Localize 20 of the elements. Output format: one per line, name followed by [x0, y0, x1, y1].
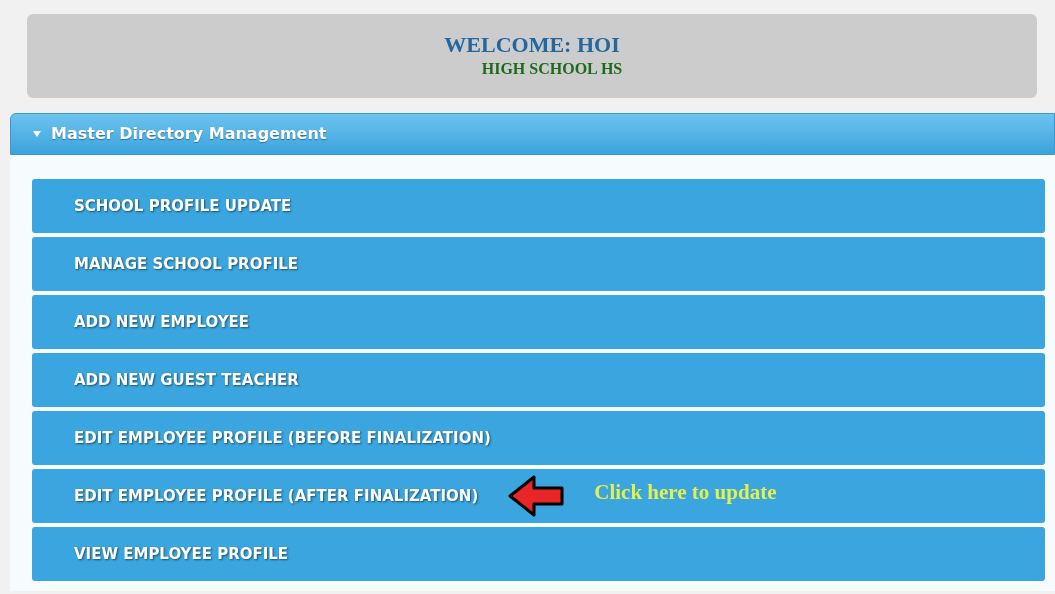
- menu-item-label: VIEW EMPLOYEE PROFILE: [74, 543, 289, 565]
- menu-item[interactable]: MANAGE SCHOOL PROFILE: [32, 237, 1045, 291]
- menu-item[interactable]: VIEW EMPLOYEE PROFILE: [32, 527, 1045, 581]
- menu-item[interactable]: ADD NEW GUEST TEACHER: [32, 353, 1045, 407]
- panel-header[interactable]: Master Directory Management: [10, 113, 1055, 155]
- menu-item[interactable]: EDIT EMPLOYEE PROFILE (AFTER FINALIZATION) Click here to update: [32, 469, 1045, 523]
- welcome-title: WELCOME: HOI: [444, 32, 620, 58]
- menu-item-label: EDIT EMPLOYEE PROFILE (AFTER FINALIZATION): [74, 485, 479, 507]
- menu-item-label: ADD NEW GUEST TEACHER: [74, 369, 299, 391]
- panel-title: Master Directory Management: [51, 123, 327, 145]
- menu-item-label: SCHOOL PROFILE UPDATE: [74, 195, 292, 217]
- menu-item[interactable]: SCHOOL PROFILE UPDATE: [32, 179, 1045, 233]
- callout-text: Click here to update: [594, 479, 777, 507]
- menu-item-label: ADD NEW EMPLOYEE: [74, 311, 250, 333]
- menu-item-label: MANAGE SCHOOL PROFILE: [74, 253, 299, 275]
- school-name: HIGH SCHOOL HS: [481, 59, 623, 79]
- arrow-icon: [508, 475, 565, 517]
- menu-item[interactable]: ADD NEW EMPLOYEE: [32, 295, 1045, 349]
- menu-item-label: EDIT EMPLOYEE PROFILE (BEFORE FINALIZATION): [74, 427, 491, 449]
- menu-item[interactable]: EDIT EMPLOYEE PROFILE (BEFORE FINALIZATION): [32, 411, 1045, 465]
